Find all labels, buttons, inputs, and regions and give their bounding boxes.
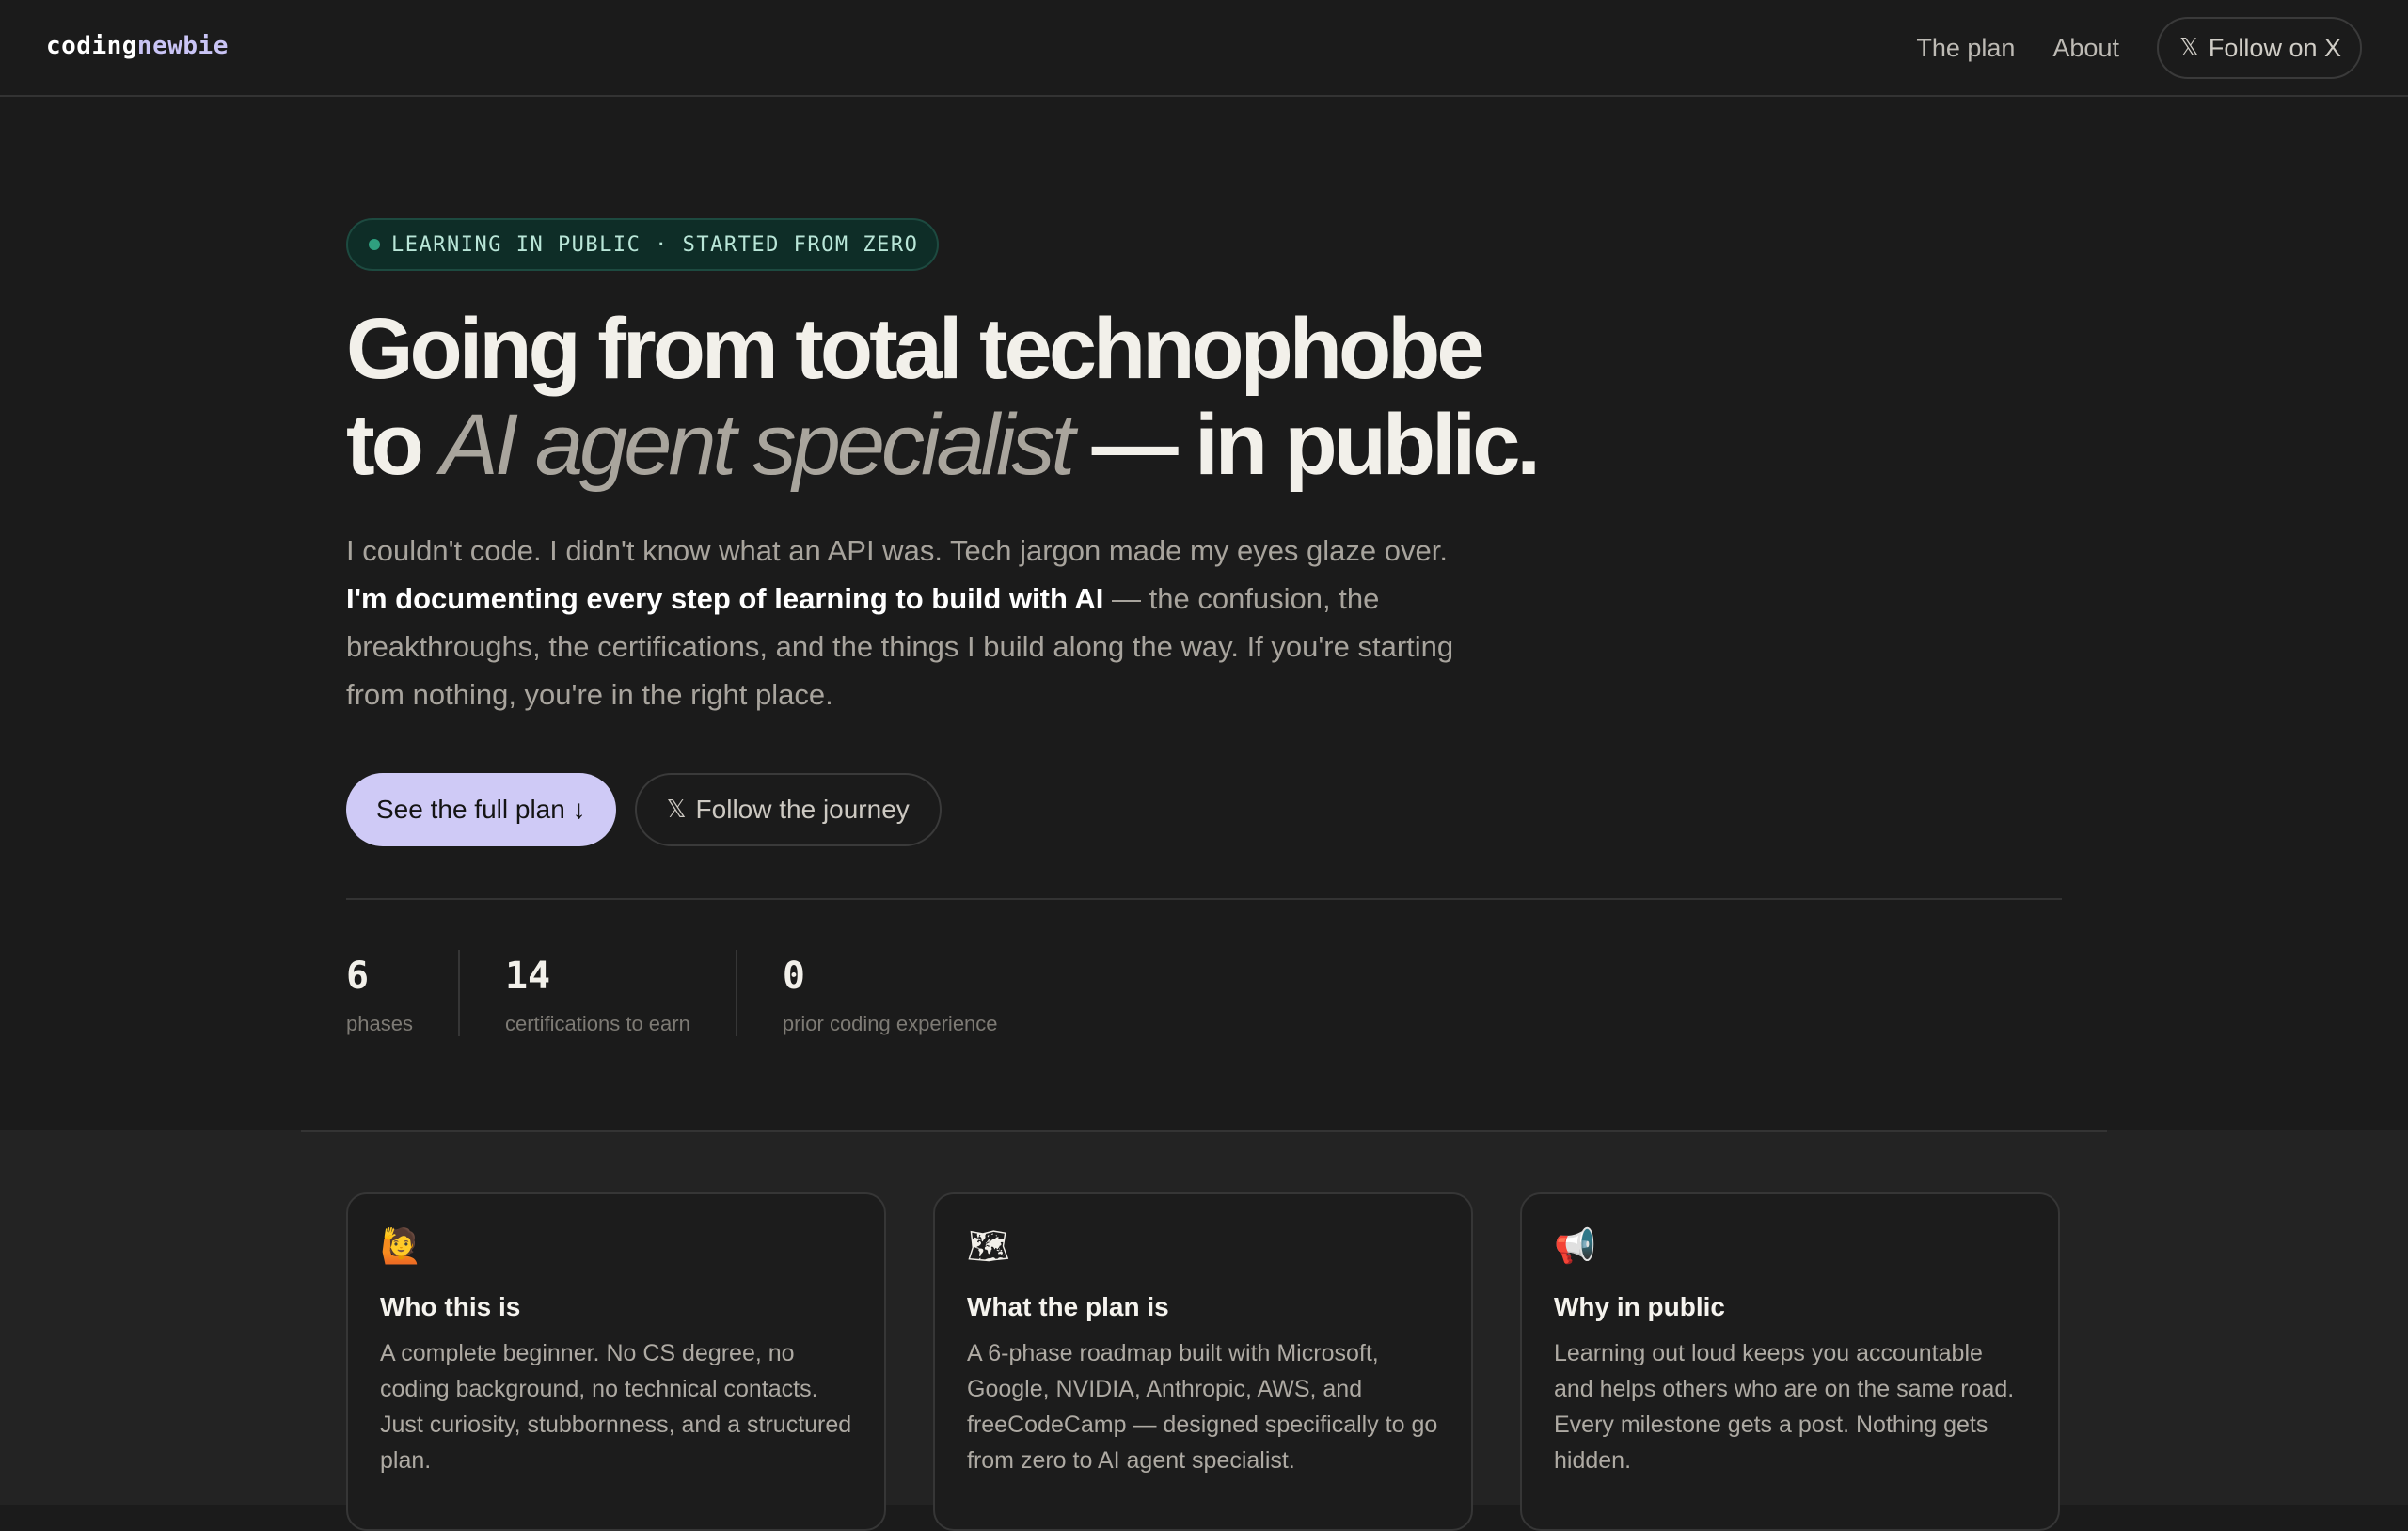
card-title: Why in public (1554, 1292, 1725, 1321)
stat-value: 14 (504, 955, 551, 998)
follow-on-x-button[interactable]: 𝕏 Follow on X (2156, 17, 2362, 79)
section-divider (346, 898, 2062, 900)
map-icon: 🗺 (967, 1227, 1010, 1266)
logo-newbie: newbie (136, 32, 229, 60)
status-badge: LEARNING IN PUBLIC · STARTED FROM ZERO (346, 218, 940, 271)
headline-line-1: Going from total technophobe (346, 301, 1485, 397)
megaphone-icon: 📢 (1554, 1227, 1596, 1266)
logo-coding: coding (46, 32, 137, 60)
nav-link-about[interactable]: About (2052, 34, 2119, 63)
card-title: What the plan is (967, 1292, 1169, 1321)
follow-journey-button[interactable]: 𝕏 Follow the journey (634, 773, 942, 846)
raising-hand-icon: 🙋 (380, 1227, 422, 1266)
card-what-the-plan-is: 🗺 What the plan is A 6-phase roadmap bui… (933, 1192, 1473, 1531)
stat-prior-experience: 0 prior coding experience (735, 950, 1043, 1036)
status-badge-text: LEARNING IN PUBLIC · STARTED FROM ZERO (391, 232, 919, 257)
headline-to: to (346, 397, 441, 493)
see-full-plan-button[interactable]: See the full plan ↓ (346, 773, 616, 846)
band-top-border (301, 1130, 2107, 1132)
stat-label: phases (346, 1012, 413, 1035)
intro-text-1: I couldn't code. I didn't know what an A… (346, 534, 1448, 567)
page-title: Going from total technophobe to AI agent… (346, 301, 1569, 493)
info-cards-section: 🙋 Who this is A complete beginner. No CS… (0, 1130, 2408, 1531)
card-body: A complete beginner. No CS degree, no co… (380, 1340, 852, 1474)
info-cards: 🙋 Who this is A complete beginner. No CS… (346, 1192, 2060, 1531)
card-who-this-is: 🙋 Who this is A complete beginner. No CS… (346, 1192, 886, 1531)
nav-link-the-plan[interactable]: The plan (1916, 34, 2015, 63)
headline-emphasis: AI agent specialist (440, 397, 1075, 493)
follow-journey-label: Follow the journey (695, 795, 910, 824)
x-logo-icon: 𝕏 (2178, 34, 2199, 62)
headline-end: — in public. (1071, 397, 1541, 493)
stat-certifications: 14 certifications to earn (457, 950, 736, 1036)
top-nav: codingnewbie The plan About 𝕏 Follow on … (0, 0, 2408, 97)
stat-label: prior coding experience (782, 1012, 998, 1035)
card-title: Who this is (380, 1292, 521, 1321)
intro-text-strong: I'm documenting every step of learning t… (346, 582, 1104, 615)
follow-on-x-label: Follow on X (2208, 33, 2341, 62)
site-logo[interactable]: codingnewbie (46, 32, 229, 60)
stat-phases: 6 phases (346, 950, 458, 1036)
card-why-in-public: 📢 Why in public Learning out loud keeps … (1520, 1192, 2060, 1531)
intro-paragraph: I couldn't code. I didn't know what an A… (346, 527, 1456, 718)
x-logo-icon: 𝕏 (666, 796, 687, 824)
card-body: A 6-phase roadmap built with Microsoft, … (967, 1340, 1438, 1474)
stat-value: 0 (782, 955, 805, 998)
card-body: Learning out loud keeps you accountable … (1554, 1340, 2015, 1474)
cta-row: See the full plan ↓ 𝕏 Follow the journey (346, 773, 942, 846)
see-full-plan-label: See the full plan ↓ (376, 795, 586, 824)
stat-value: 6 (346, 955, 370, 998)
status-dot-icon (369, 239, 380, 250)
stat-label: certifications to earn (504, 1012, 690, 1035)
nav-links: The plan About 𝕏 Follow on X (1916, 17, 2362, 79)
stats-row: 6 phases 14 certifications to earn 0 pri… (346, 950, 1043, 1036)
